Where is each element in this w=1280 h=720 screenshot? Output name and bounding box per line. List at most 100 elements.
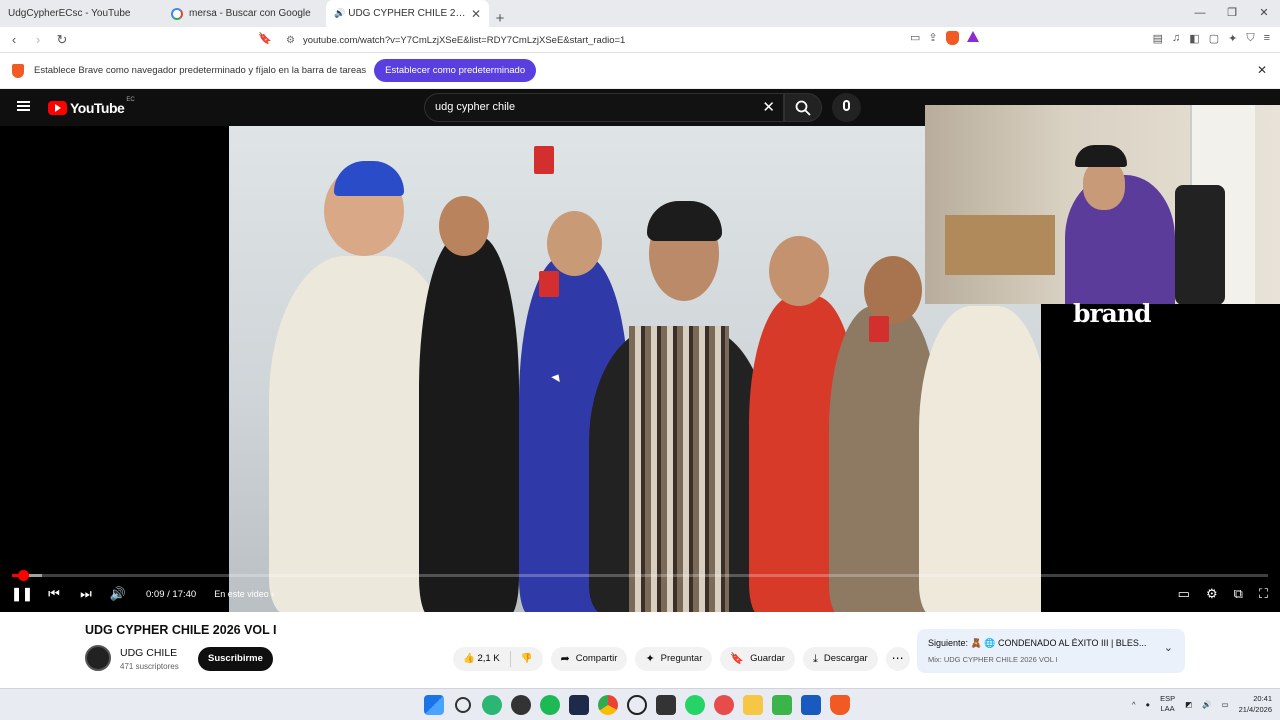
app-icon[interactable] xyxy=(569,695,589,715)
cast-icon[interactable]: ▭ xyxy=(910,31,920,45)
browser-tab-1[interactable]: UdgCypherECsc - YouTube xyxy=(0,0,163,101)
site-settings-icon[interactable]: ⚙ xyxy=(286,35,295,46)
search-box[interactable]: udg cypher chile ✕ xyxy=(424,93,784,122)
wallet-icon[interactable]: ▢ xyxy=(1209,32,1219,45)
blue-hair xyxy=(334,161,404,196)
person-head xyxy=(769,236,829,306)
close-window-icon[interactable]: ✕ xyxy=(1248,0,1280,27)
volume-icon[interactable]: 🔊 xyxy=(102,586,134,602)
close-infobar-icon[interactable]: ✕ xyxy=(1257,63,1267,77)
windows-start-icon[interactable] xyxy=(424,695,444,715)
progress-bar[interactable] xyxy=(12,570,1268,581)
subtitles-icon[interactable]: ▭ xyxy=(1178,586,1190,602)
chrome-icon[interactable] xyxy=(598,695,618,715)
more-options-icon[interactable]: ⋯ xyxy=(885,647,910,671)
app-icon[interactable] xyxy=(772,695,792,715)
time-display: 0:09 / 17:40 xyxy=(146,588,197,600)
save-button[interactable]: 🔖 Guardar xyxy=(720,647,795,671)
app-icon[interactable] xyxy=(511,695,531,715)
minimize-icon[interactable]: — xyxy=(1184,0,1216,27)
ask-label: Preguntar xyxy=(660,653,703,664)
chevron-up-icon[interactable]: ^ xyxy=(1132,700,1136,709)
bookmark-icon[interactable]: 🔖 xyxy=(258,32,272,45)
restore-icon[interactable]: ❐ xyxy=(1216,0,1248,27)
volume-icon[interactable]: 🔊 xyxy=(1202,700,1211,709)
download-button[interactable]: ⤓ Descargar xyxy=(802,647,878,671)
thumbs-down-icon: 👎 xyxy=(520,653,533,664)
browser-tab-3[interactable]: 🔊 UDG CYPHER CHILE 2026 VOL I ✕ xyxy=(326,0,489,101)
battery-icon[interactable]: ▭ xyxy=(1222,700,1229,709)
clear-search-icon[interactable]: ✕ xyxy=(762,98,775,116)
person-figure xyxy=(919,306,1041,612)
next-icon[interactable]: ⏭ xyxy=(70,586,102,602)
search-button[interactable] xyxy=(784,93,822,122)
brave-shields-icon[interactable] xyxy=(945,31,959,45)
share-icon[interactable]: ⇪ xyxy=(928,31,937,45)
voice-search-icon[interactable] xyxy=(832,93,861,122)
new-tab-button[interactable]: + xyxy=(489,10,511,27)
share-button[interactable]: ➦ Compartir xyxy=(550,647,628,671)
bookmark-icon: 🔖 xyxy=(730,653,745,665)
back-icon[interactable]: ‹ xyxy=(4,32,24,47)
hair xyxy=(647,201,722,241)
dislike-button[interactable]: 👎 xyxy=(511,647,543,671)
brave-icon[interactable] xyxy=(830,695,850,715)
media-icon[interactable]: ♫ xyxy=(1172,32,1180,45)
youtube-wordmark: YouTube xyxy=(70,100,125,116)
app-icon[interactable] xyxy=(656,695,676,715)
like-count: 2,1 K xyxy=(477,653,500,664)
reload-icon[interactable]: ↻ xyxy=(52,32,72,48)
action-buttons: 👍 2,1 K 👎 ➦ Compartir ✦ Preguntar 🔖 Guardar… xyxy=(453,647,910,671)
vpn-icon[interactable]: ⛉ xyxy=(1246,32,1254,45)
taskbar-apps xyxy=(424,695,850,715)
language-indicator[interactable]: ESP LAA xyxy=(1160,694,1175,714)
menu-icon[interactable] xyxy=(17,101,30,111)
whatsapp-icon[interactable] xyxy=(685,695,705,715)
default-browser-infobar: Establece Brave como navegador predeterm… xyxy=(0,53,1280,89)
video-player[interactable]: brand ❚❚ ⏮ ⏭ 🔊 0:09 / 17:40 En este vide… xyxy=(0,105,1280,612)
search-input[interactable]: udg cypher chile xyxy=(435,101,515,113)
network-icon[interactable]: ◩ xyxy=(1185,700,1192,709)
leo-icon[interactable]: ✦ xyxy=(1228,32,1237,45)
app-icon[interactable] xyxy=(482,695,502,715)
person-figure xyxy=(419,236,519,612)
like-button[interactable]: 👍 2,1 K xyxy=(453,647,510,671)
streamer-cap xyxy=(1075,145,1127,167)
miniplayer-icon[interactable]: ⧉ xyxy=(1234,586,1243,602)
sidebar-icon[interactable]: ◧ xyxy=(1189,32,1199,45)
video-frame xyxy=(229,126,1041,612)
browser-tab-2[interactable]: mersa - Buscar con Google xyxy=(163,0,326,27)
chevron-down-icon[interactable]: ⌄ xyxy=(1164,641,1173,654)
close-tab-icon[interactable]: ✕ xyxy=(471,7,481,21)
pause-icon[interactable]: ❚❚ xyxy=(6,586,38,602)
app-tray-icon[interactable]: ● xyxy=(1146,700,1151,709)
clock[interactable]: 20:41 21/4/2026 xyxy=(1239,693,1272,715)
file-explorer-icon[interactable] xyxy=(743,695,763,715)
reader-icon[interactable]: ▤ xyxy=(1153,32,1163,45)
address-bar-actions: ▭ ⇪ xyxy=(910,31,979,45)
system-tray: ^ ● ESP LAA ◩ 🔊 ▭ 20:41 21/4/2026 xyxy=(1132,693,1272,715)
up-next-panel[interactable]: Siguiente: 🧸 🌐 CONDENADO AL ÉXITO III | … xyxy=(917,629,1185,673)
fullscreen-icon[interactable]: ⛶ xyxy=(1259,586,1268,602)
brave-rewards-icon[interactable] xyxy=(966,31,979,42)
set-default-button[interactable]: Establecer como predeterminado xyxy=(374,59,537,82)
forward-icon[interactable]: › xyxy=(28,32,48,47)
chatgpt-icon[interactable] xyxy=(627,695,647,715)
search-icon[interactable] xyxy=(455,697,471,713)
word-icon[interactable] xyxy=(801,695,821,715)
like-dislike-group: 👍 2,1 K 👎 xyxy=(453,647,543,671)
url-text[interactable]: youtube.com/watch?v=Y7CmLzjXSeE&list=RDY… xyxy=(303,35,625,46)
app-icon[interactable] xyxy=(714,695,734,715)
menu-icon[interactable]: ≡ xyxy=(1264,32,1270,45)
address-bar[interactable]: ⚙ youtube.com/watch?v=Y7CmLzjXSeE&list=R… xyxy=(280,30,1000,50)
youtube-logo[interactable]: YouTube EC xyxy=(48,97,135,116)
previous-icon[interactable]: ⏮ xyxy=(38,586,70,602)
settings-icon[interactable]: ⚙ xyxy=(1206,586,1218,602)
channel-avatar[interactable] xyxy=(85,645,111,671)
spotify-icon[interactable] xyxy=(540,695,560,715)
ask-button[interactable]: ✦ Preguntar xyxy=(635,647,713,671)
google-icon xyxy=(171,7,183,20)
chapters-button[interactable]: En este video › xyxy=(214,589,274,599)
channel-name[interactable]: UDG CHILE xyxy=(120,647,177,659)
subscribe-button[interactable]: Suscribirme xyxy=(198,647,273,671)
